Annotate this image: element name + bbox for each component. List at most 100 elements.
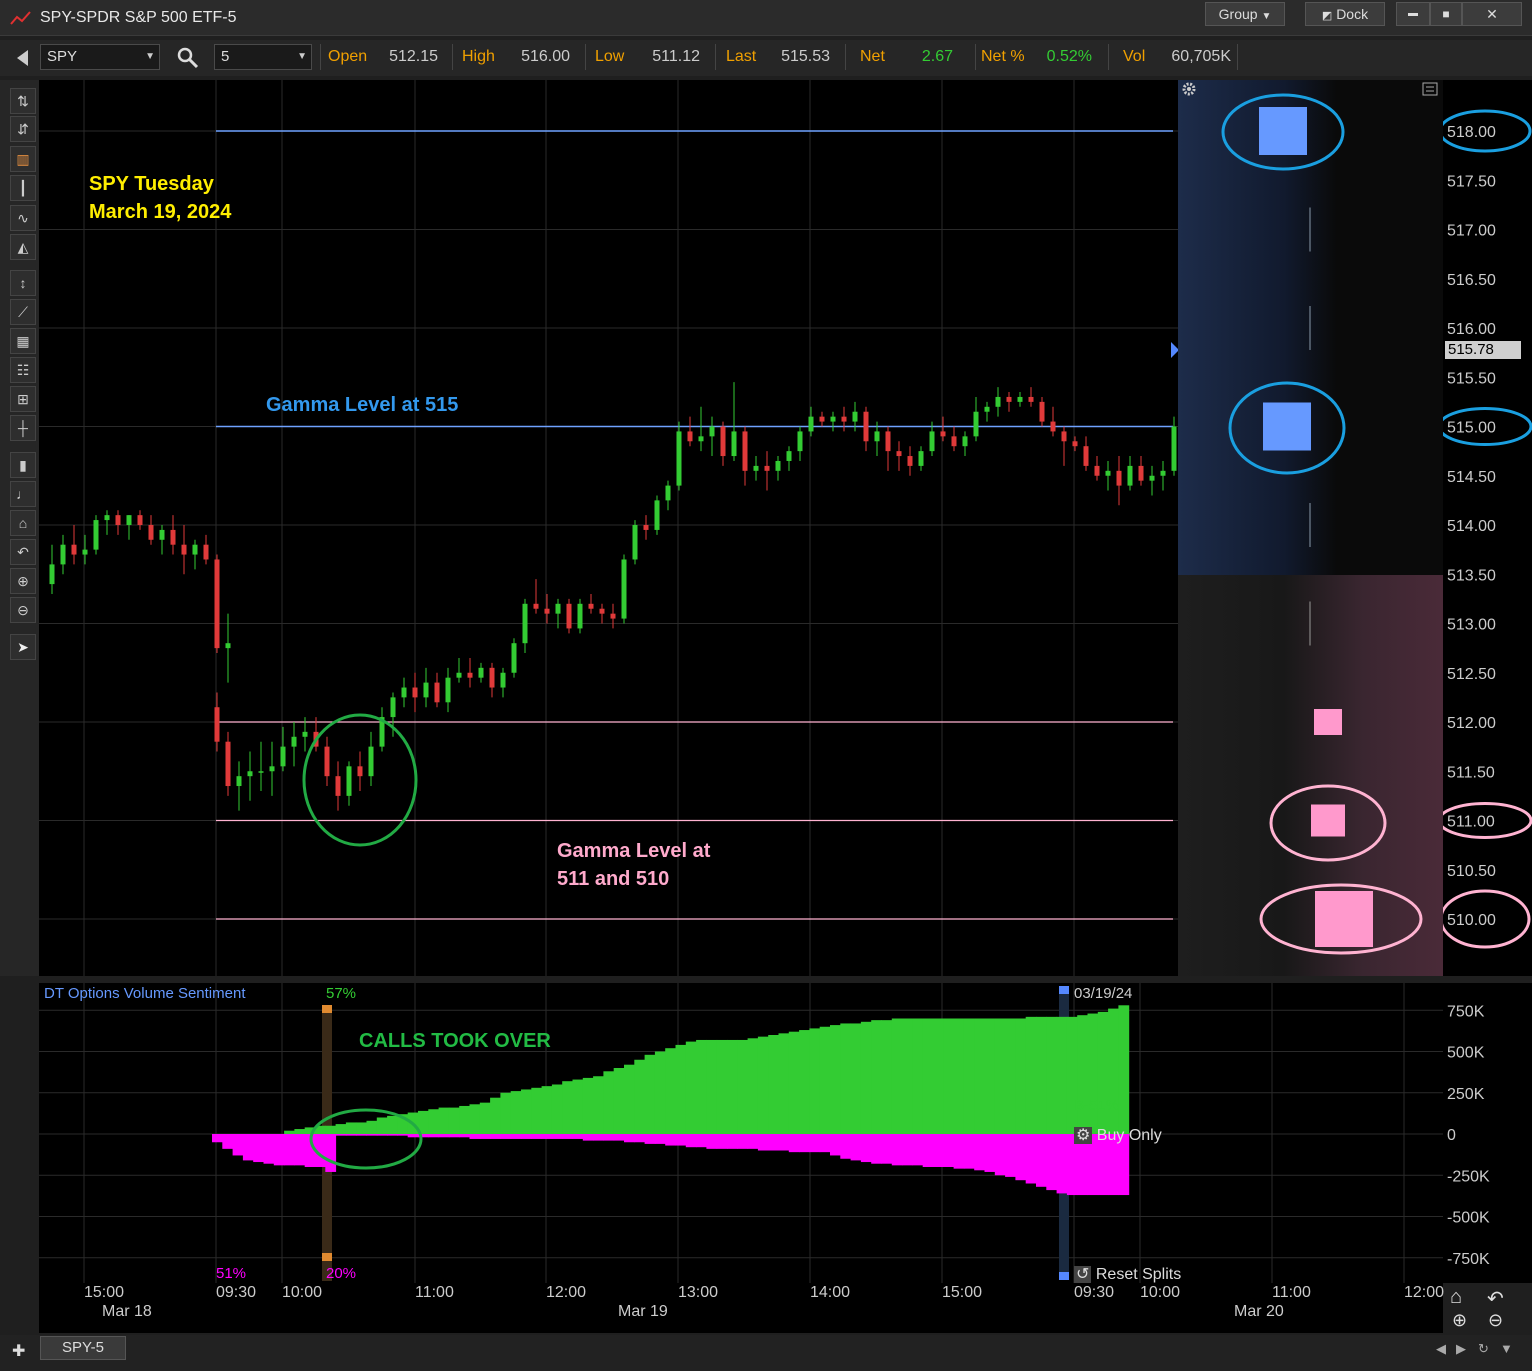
sentiment-bar [654,1134,666,1144]
table-icon[interactable]: ☷ [10,357,36,383]
group-label: Group [1218,6,1258,22]
bar-chart-icon[interactable]: ┃ [10,175,36,201]
buy-pct-label: B-51% [1074,1097,1120,1114]
search-icon[interactable] [176,46,200,70]
zoom-out-icon[interactable]: ⊖ [1488,1310,1503,1331]
current-handle [1059,986,1069,994]
zoom-in-icon[interactable]: ⊕ [10,568,36,594]
sentiment-bar [963,1018,975,1134]
chevron-down-icon[interactable]: ▼ [1500,1341,1513,1356]
refresh-icon[interactable]: ↻ [1478,1341,1489,1357]
sentiment-bar [469,1104,481,1134]
home-icon[interactable]: ⌂ [10,510,36,536]
sentiment-bar [716,1039,728,1134]
chart-title-line1: SPY Tuesday [89,173,214,195]
time-axis[interactable]: 15:00 09:30 10:00 11:00 12:00 13:00 14:0… [39,1283,1444,1333]
sentiment-bar [448,1134,460,1138]
reset-icon: ↺ [1074,1266,1092,1283]
price-tick-label: 512.00 [1447,715,1496,732]
scroll-left-icon[interactable]: ◀ [1436,1341,1446,1357]
sentiment-bar [974,1134,985,1171]
undo-icon[interactable]: ↶ [1487,1286,1504,1311]
line-chart-icon[interactable]: ∿ [10,205,36,231]
note-icon[interactable]: ♩ [10,481,36,507]
sentiment-bar [582,1077,594,1134]
maximize-button[interactable]: ■ [1430,2,1462,26]
add-tab-icon[interactable]: ✚ [12,1341,25,1361]
zoom-out-icon[interactable]: ⊖ [10,597,36,623]
sentiment-bar [273,1134,285,1166]
sentiment-bar [634,1059,646,1134]
price-chart[interactable]: SPY Tuesday March 19, 2024 Gamma Level a… [39,80,1179,976]
sentiment-bar [685,1041,697,1134]
layout-icon[interactable]: ⊞ [10,386,36,412]
buy-only-toggle[interactable]: ⚙ Buy Only [1074,1125,1162,1145]
sentiment-tick-label: 0 [1447,1127,1456,1144]
sentiment-bar [685,1134,697,1148]
area-chart-icon[interactable]: ◭ [10,234,36,260]
group-dropdown[interactable]: Group ▼ [1205,2,1285,26]
menu-icon[interactable] [1422,82,1438,96]
sentiment-panel[interactable]: DT Options Volume Sentiment 57% CALLS TO… [39,983,1443,1283]
undo-icon[interactable]: ↶ [10,539,36,565]
net-pct-label: Net % [981,48,1025,65]
gear-icon[interactable] [1180,80,1200,98]
sentiment-bar [994,1134,1006,1176]
candle-body [1050,421,1056,432]
chevron-down-icon: ▼ [1261,11,1272,22]
window-title: SPY-SPDR S&P 500 ETF-5 [40,9,237,26]
gamma-511-line2: 511 and 510 [557,868,670,890]
grid-icon[interactable]: ▦ [10,328,36,354]
high-label: High [462,48,495,65]
minimize-button[interactable]: ▬ [1396,2,1430,26]
gamma-profile-bar [1263,402,1311,451]
sell-pct-label: B-26% [1074,1153,1120,1170]
sentiment-bar [830,1134,841,1156]
dock-button[interactable]: ◩ Dock [1305,2,1385,26]
gamma-511-line1: Gamma Level at [557,840,711,862]
candle-body [599,608,605,614]
marker-icon[interactable]: ▮ [10,452,36,478]
price-tick-label: 517.00 [1447,223,1496,240]
cursor-up-down-icon[interactable]: ⇅ [10,88,36,114]
candle-body [1127,465,1133,486]
tab-spy-5[interactable]: SPY-5 [40,1336,126,1360]
drawing-toolbar: ⇅ ⇵ ▥ ┃ ∿ ◭ ↕ ⟋ ▦ ☷ ⊞ ┼ ▮ ♩ ⌂ ↶ ⊕ ⊖ ➤ [0,80,39,976]
candle-body [1094,465,1100,476]
sentiment-bar [366,1134,378,1136]
date-tick: Mar 19 [618,1303,668,1320]
sentiment-bar [294,1134,306,1166]
gamma-profile-bar [1315,891,1373,947]
candlestick-icon[interactable]: ▥ [10,146,36,172]
trendline-icon[interactable]: ⟋ [10,299,36,325]
scroll-right-icon[interactable]: ▶ [1456,1341,1466,1357]
candle-body [269,766,275,772]
sentiment-bar [397,1134,409,1136]
cursor-move-icon[interactable]: ⇵ [10,116,36,142]
symbol-input[interactable]: SPY ▼ [40,44,160,70]
sentiment-bar [716,1134,728,1149]
time-tick: 14:00 [810,1284,851,1301]
chevron-down-icon: ▼ [297,51,307,62]
home-icon[interactable]: ⌂ [1450,1286,1462,1309]
vertical-scale-icon[interactable]: ↕ [10,270,36,296]
candle-body [885,431,891,452]
sentiment-bar [572,1079,584,1134]
sentiment-bar [593,1134,604,1141]
candle-body [764,465,770,471]
interval-input[interactable]: 5 ▼ [214,44,312,70]
reset-splits-button[interactable]: ↺ Reset Splits [1074,1264,1181,1283]
sentiment-bar [521,1089,532,1134]
candle-body [93,520,99,550]
candle-body [962,436,968,447]
back-arrow-icon[interactable] [14,48,30,68]
candle-body [412,687,418,698]
price-axis[interactable]: 510.00 510.50 511.00 511.50 512.00 512.50 513.… [1443,80,1532,976]
close-button[interactable]: ✕ [1462,2,1522,26]
candle-body [995,396,1001,407]
candle-body [181,544,187,555]
candle-body [676,431,682,486]
crosshair-icon[interactable]: ┼ [10,415,36,441]
pointer-icon[interactable]: ➤ [10,634,36,660]
zoom-in-icon[interactable]: ⊕ [1452,1310,1467,1331]
